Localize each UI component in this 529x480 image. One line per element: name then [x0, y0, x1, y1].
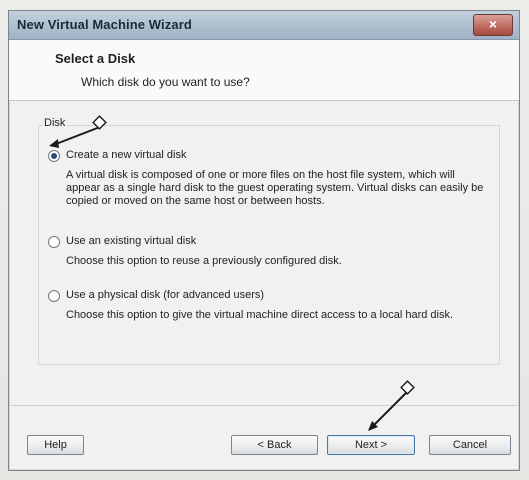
option-label-create-new-disk: Create a new virtual disk [66, 149, 187, 161]
option-label-use-physical-disk: Use a physical disk (for advanced users) [66, 289, 265, 301]
title-bar: New Virtual Machine Wizard × [9, 11, 519, 40]
next-button[interactable]: Next > [327, 435, 415, 455]
option-desc-use-existing-disk: Choose this option to reuse a previously… [66, 255, 342, 267]
option-label-use-existing-disk: Use an existing virtual disk [66, 235, 197, 247]
option-desc-create-new-disk: A virtual disk is composed of one or mor… [66, 169, 484, 207]
disk-options-group: Disk Create a new virtual disk A virtual… [28, 117, 500, 365]
option-desc-use-physical-disk: Choose this option to give the virtual m… [66, 309, 454, 321]
cancel-button[interactable]: Cancel [429, 435, 511, 455]
help-button[interactable]: Help [27, 435, 84, 455]
radio-use-existing-disk[interactable] [48, 236, 60, 248]
group-label: Disk [42, 117, 68, 129]
radio-create-new-disk[interactable] [48, 150, 60, 162]
wizard-window: New Virtual Machine Wizard × Select a Di… [8, 10, 520, 471]
footer-divider [9, 405, 519, 406]
window-title: New Virtual Machine Wizard [17, 17, 192, 32]
screenshot-page: New Virtual Machine Wizard × Select a Di… [0, 0, 529, 480]
wizard-header: Select a Disk Which disk do you want to … [9, 40, 519, 101]
radio-use-physical-disk[interactable] [48, 290, 60, 302]
page-title: Select a Disk [55, 51, 136, 66]
close-button[interactable]: × [473, 14, 513, 36]
page-subtitle: Which disk do you want to use? [81, 75, 250, 89]
back-button[interactable]: < Back [231, 435, 318, 455]
